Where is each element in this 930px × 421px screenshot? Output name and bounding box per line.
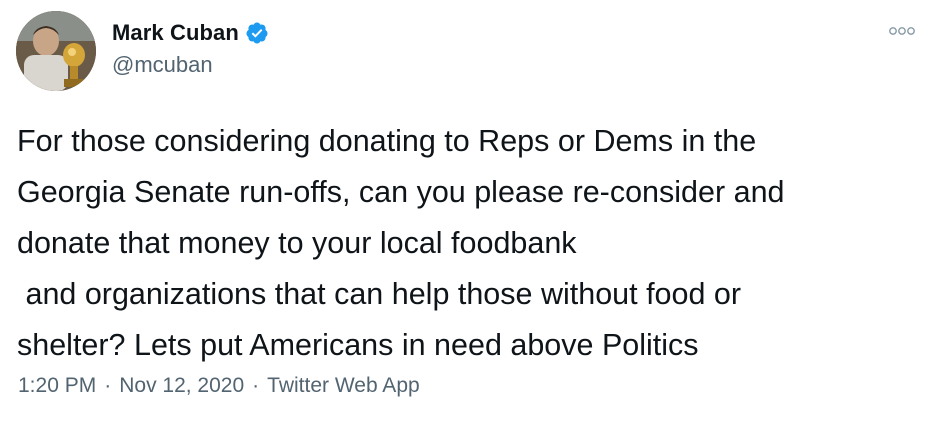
more-options-icon[interactable] (888, 24, 916, 38)
tweet-text: For those considering donating to Reps o… (17, 124, 785, 362)
avatar[interactable] (16, 11, 96, 91)
verified-badge-icon (245, 21, 269, 45)
tweet-time[interactable]: 1:20 PM (18, 374, 96, 398)
tweet-date[interactable]: Nov 12, 2020 (119, 374, 244, 398)
display-name[interactable]: Mark Cuban (112, 20, 239, 46)
meta-separator: · (252, 374, 260, 397)
meta-separator: · (104, 374, 112, 397)
tweet-card: Mark Cuban @mcuban For those considering… (0, 0, 930, 421)
author-name-row[interactable]: Mark Cuban (112, 18, 269, 48)
tweet-source[interactable]: Twitter Web App (267, 374, 420, 398)
tweet-meta: 1:20 PM · Nov 12, 2020 · Twitter Web App (18, 374, 420, 398)
author-handle[interactable]: @mcuban (112, 52, 213, 78)
